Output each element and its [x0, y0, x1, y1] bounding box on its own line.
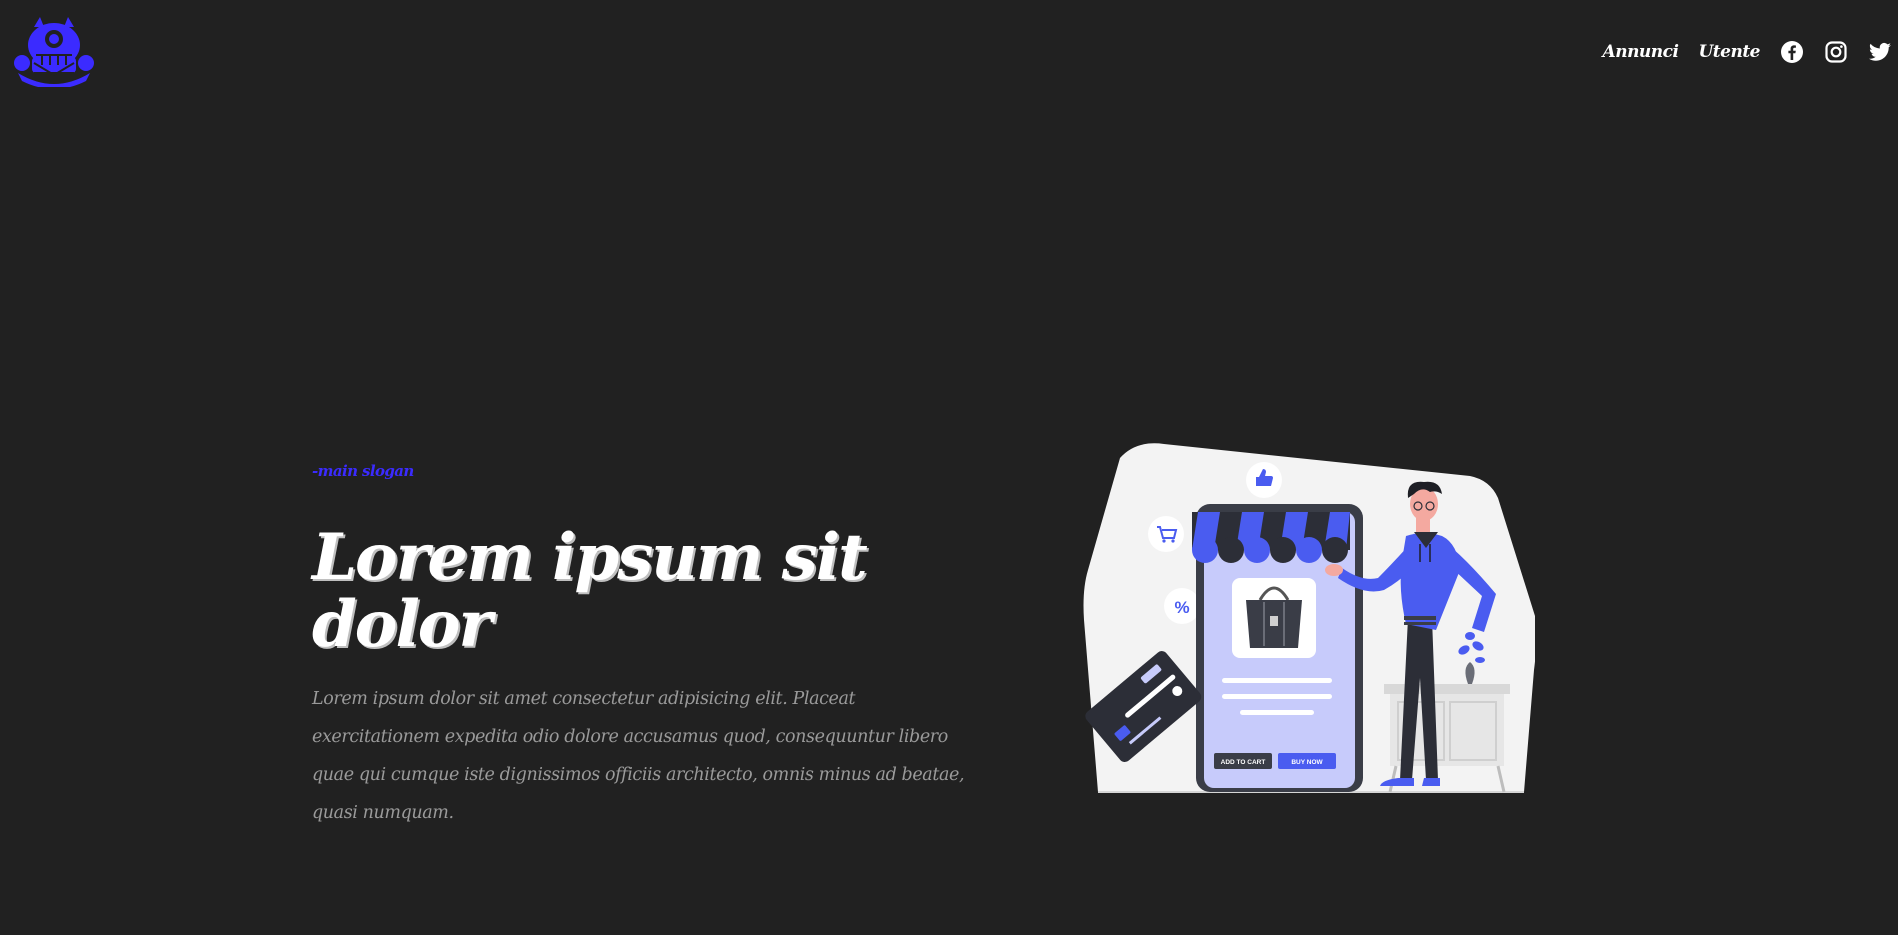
shopping-illustration: % ADD TO CART BUY NOW — [1080, 440, 1537, 795]
page: Annunci Utente -main slogan Lorem ipsum … — [0, 0, 1898, 935]
buy-now-label: BUY NOW — [1291, 759, 1323, 766]
hero-description: Lorem ipsum dolor sit amet consectetur a… — [312, 689, 965, 824]
facebook-icon[interactable] — [1780, 40, 1804, 64]
nav-link-annunci[interactable]: Annunci — [1603, 43, 1679, 61]
buy-now-button: BUY NOW — [1278, 753, 1336, 769]
top-nav: Annunci Utente — [1603, 36, 1892, 68]
thumbs-up-icon — [1246, 462, 1282, 498]
twitter-icon[interactable] — [1868, 40, 1892, 64]
percent-icon: % — [1164, 588, 1200, 624]
hero-text-section: -main slogan Lorem ipsum sit dolor Lorem… — [312, 462, 972, 832]
instagram-icon[interactable] — [1824, 40, 1848, 64]
add-to-cart-label: ADD TO CART — [1221, 759, 1266, 766]
add-to-cart-button: ADD TO CART — [1214, 753, 1272, 769]
hero-title: Lorem ipsum sit dolor — [312, 520, 868, 663]
monster-logo-icon[interactable] — [12, 15, 96, 89]
svg-text:%: % — [1174, 598, 1189, 617]
nav-link-utente[interactable]: Utente — [1698, 43, 1760, 61]
cart-icon — [1148, 516, 1184, 552]
main-slogan: -main slogan — [312, 462, 414, 480]
